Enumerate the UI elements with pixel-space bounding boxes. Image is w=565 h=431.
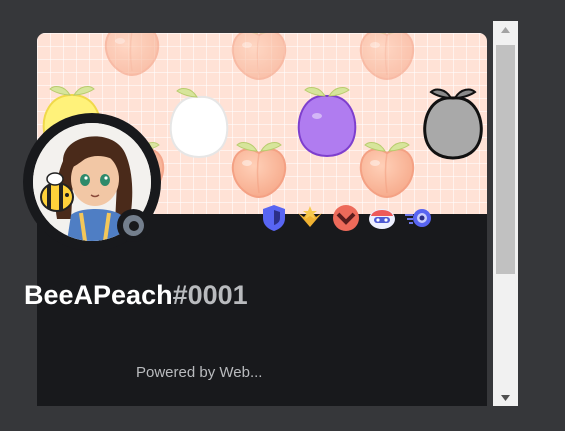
- chevron-up-icon: [501, 26, 510, 33]
- early-supporter-icon[interactable]: [330, 203, 361, 234]
- plum-icon: [297, 87, 357, 158]
- chevron-down-icon: [501, 394, 510, 401]
- discord-bot-icon[interactable]: [366, 203, 397, 234]
- discriminator: #0001: [172, 280, 248, 310]
- grey-peach-icon: [423, 88, 483, 160]
- offline-icon: [123, 215, 144, 236]
- server-boost-icon[interactable]: [402, 203, 433, 234]
- scrollbar-thumb[interactable]: [496, 45, 515, 274]
- nitro-boost-icon[interactable]: [294, 203, 325, 234]
- white-peach-icon: [169, 88, 229, 159]
- hypesquad-balance-icon[interactable]: [258, 203, 289, 234]
- vertical-scrollbar[interactable]: [493, 21, 518, 406]
- username-display: BeeAPeach#0001: [24, 280, 248, 311]
- profile-subtext: Powered by Web...: [136, 364, 263, 381]
- scroll-down-button[interactable]: [493, 389, 518, 406]
- status-offline-indicator: [117, 209, 150, 242]
- username: BeeAPeach: [24, 280, 173, 310]
- scroll-up-button[interactable]: [493, 21, 518, 38]
- badge-list: [258, 201, 433, 235]
